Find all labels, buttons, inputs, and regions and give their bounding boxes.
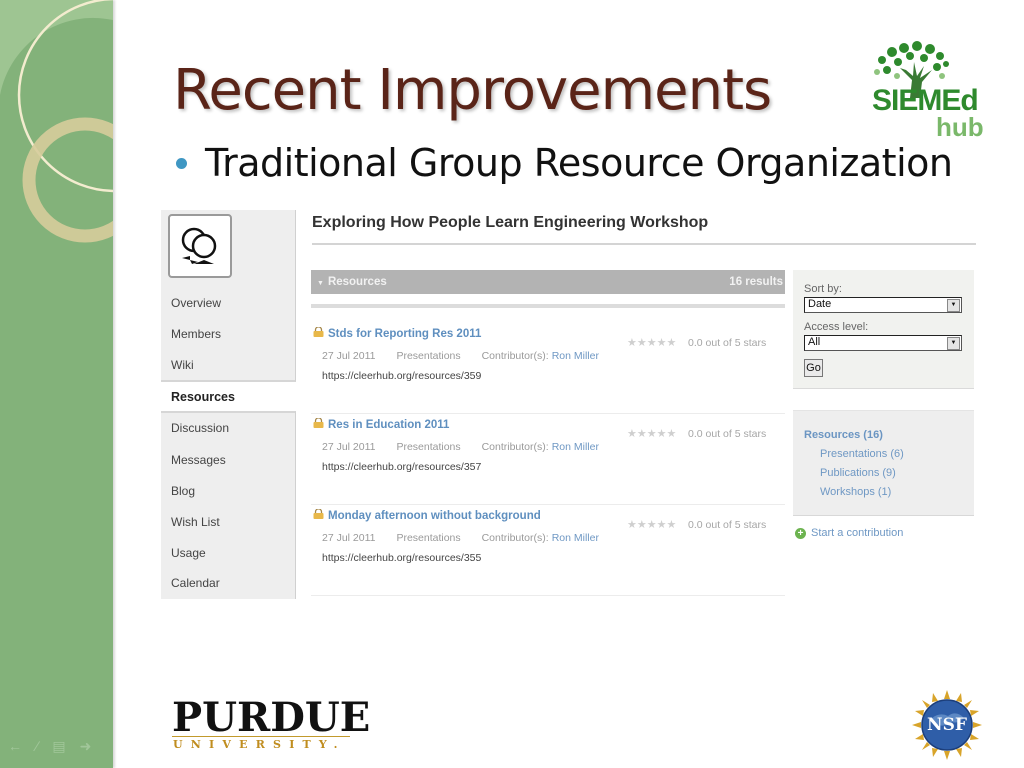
go-button[interactable]: Go bbox=[804, 359, 823, 377]
category-resources-link[interactable]: Resources (16) bbox=[804, 429, 883, 441]
pen-icon[interactable]: ∕ bbox=[36, 738, 38, 755]
rating-text: 0.0 out of 5 stars bbox=[688, 428, 767, 440]
plus-icon: + bbox=[795, 527, 806, 539]
resource-type: Presentations bbox=[396, 532, 461, 544]
start-contribution-link[interactable]: + Start a contribution bbox=[795, 527, 903, 539]
contributor-link[interactable]: Ron Miller bbox=[552, 441, 599, 453]
sidebar-item-wiki[interactable]: Wiki bbox=[171, 358, 194, 372]
forward-arrow-icon[interactable]: ➜ bbox=[80, 738, 92, 755]
group-title: Exploring How People Learn Engineering W… bbox=[312, 214, 709, 231]
collapse-triangle-icon: ▼ bbox=[317, 280, 324, 287]
resource-type: Presentations bbox=[396, 441, 461, 453]
sort-by-select[interactable]: Date ▼ bbox=[804, 297, 962, 313]
resource-list-item: Monday afternoon without background 27 J… bbox=[311, 505, 785, 596]
resource-date: 27 Jul 2011 bbox=[322, 532, 376, 544]
resource-list-item: Stds for Reporting Res 2011 27 Jul 2011 … bbox=[311, 323, 785, 414]
resource-list-item: Res in Education 2011 27 Jul 2011 Presen… bbox=[311, 414, 785, 505]
group-avatar[interactable] bbox=[168, 214, 232, 278]
resources-subbar bbox=[311, 304, 785, 308]
category-panel: Resources (16) Presentations (6) Publica… bbox=[793, 410, 974, 516]
title-divider bbox=[312, 243, 976, 245]
resource-type: Presentations bbox=[396, 350, 461, 362]
sidebar-item-members[interactable]: Members bbox=[171, 327, 221, 341]
slideshow-controls: ← ∕ ▤ ➜ bbox=[8, 738, 91, 755]
bullet-text: Traditional Group Resource Organization bbox=[205, 141, 953, 185]
contributor-label: Contributor(s): bbox=[481, 441, 549, 453]
sidebar-item-usage[interactable]: Usage bbox=[171, 546, 206, 560]
dropdown-arrow-icon: ▼ bbox=[947, 299, 960, 312]
access-level-label: Access level: bbox=[804, 321, 869, 333]
star-rating-icons: ★★★★★ bbox=[627, 337, 677, 349]
bullet-point: Traditional Group Resource Organization bbox=[176, 141, 953, 185]
menu-icon[interactable]: ▤ bbox=[52, 738, 65, 755]
resource-meta: 27 Jul 2011 Presentations Contributor(s)… bbox=[322, 350, 599, 362]
contributor-label: Contributor(s): bbox=[481, 532, 549, 544]
category-workshops-link[interactable]: Workshops (1) bbox=[820, 486, 891, 498]
sidebar-item-blog[interactable]: Blog bbox=[171, 484, 195, 498]
nsf-logo: NSF bbox=[912, 690, 982, 760]
university-wordmark: UNIVERSITY. bbox=[173, 738, 346, 751]
resources-toggle[interactable]: ▼ Resources bbox=[317, 276, 387, 288]
star-rating-icons: ★★★★★ bbox=[627, 519, 677, 531]
back-arrow-icon[interactable]: ← bbox=[8, 738, 22, 755]
group-sidebar: Overview Members Wiki Resources Discussi… bbox=[161, 210, 296, 599]
group-people-icon bbox=[181, 227, 217, 264]
rating-text: 0.0 out of 5 stars bbox=[688, 337, 767, 349]
lock-icon bbox=[313, 418, 324, 428]
purdue-rule bbox=[172, 736, 350, 737]
rating-text: 0.0 out of 5 stars bbox=[688, 519, 767, 531]
sort-by-label: Sort by: bbox=[804, 283, 842, 295]
decorative-circles bbox=[0, 0, 113, 243]
sidebar-item-overview[interactable]: Overview bbox=[171, 296, 221, 310]
purdue-university-logo: PURDUE UNIVERSITY. bbox=[170, 694, 370, 756]
resource-url: https://cleerhub.org/resources/355 bbox=[322, 552, 482, 564]
start-contribution-label: Start a contribution bbox=[811, 527, 904, 539]
resource-title-link[interactable]: Stds for Reporting Res 2011 bbox=[328, 328, 481, 340]
slide-title: Recent Improvements bbox=[173, 58, 772, 123]
siemed-hub-logo: SIEMEd hub bbox=[862, 40, 992, 142]
purdue-wordmark: PURDUE bbox=[172, 694, 371, 741]
resource-title-link[interactable]: Res in Education 2011 bbox=[328, 419, 449, 431]
resource-date: 27 Jul 2011 bbox=[322, 441, 376, 453]
nsf-wordmark: NSF bbox=[927, 715, 967, 735]
filter-panel: Sort by: Date ▼ Access level: All ▼ Go bbox=[793, 270, 974, 389]
lock-icon bbox=[313, 509, 324, 519]
lock-icon bbox=[313, 327, 324, 337]
access-level-select[interactable]: All ▼ bbox=[804, 335, 962, 351]
contributor-link[interactable]: Ron Miller bbox=[552, 532, 599, 544]
bullet-dot-icon bbox=[176, 157, 187, 169]
star-rating-icons: ★★★★★ bbox=[627, 428, 677, 440]
contributor-link[interactable]: Ron Miller bbox=[552, 350, 599, 362]
hub-wordmark: hub bbox=[936, 112, 984, 142]
group-page-screenshot: Overview Members Wiki Resources Discussi… bbox=[161, 210, 981, 600]
sidebar-item-wish-list[interactable]: Wish List bbox=[171, 515, 220, 529]
resource-url: https://cleerhub.org/resources/359 bbox=[322, 370, 482, 382]
sidebar-item-messages[interactable]: Messages bbox=[171, 453, 226, 467]
resource-title-link[interactable]: Monday afternoon without background bbox=[328, 510, 541, 522]
resources-header-bar[interactable]: ▼ Resources 16 results bbox=[311, 270, 785, 294]
category-publications-link[interactable]: Publications (9) bbox=[820, 467, 896, 479]
resource-meta: 27 Jul 2011 Presentations Contributor(s)… bbox=[322, 441, 599, 453]
contributor-label: Contributor(s): bbox=[481, 350, 549, 362]
sidebar-bottom-panel bbox=[161, 411, 296, 599]
decorative-side-band: ← ∕ ▤ ➜ bbox=[0, 0, 113, 768]
sort-by-value: Date bbox=[808, 298, 832, 310]
sidebar-item-resources[interactable]: Resources bbox=[171, 390, 235, 404]
sidebar-item-calendar[interactable]: Calendar bbox=[171, 576, 220, 590]
resource-date: 27 Jul 2011 bbox=[322, 350, 376, 362]
access-level-value: All bbox=[808, 336, 821, 348]
sidebar-item-discussion[interactable]: Discussion bbox=[171, 421, 229, 435]
dropdown-arrow-icon: ▼ bbox=[947, 337, 960, 350]
resource-meta: 27 Jul 2011 Presentations Contributor(s)… bbox=[322, 532, 599, 544]
resource-url: https://cleerhub.org/resources/357 bbox=[322, 461, 482, 473]
results-count: 16 results bbox=[729, 276, 783, 288]
resources-bar-label: Resources bbox=[327, 276, 387, 288]
category-presentations-link[interactable]: Presentations (6) bbox=[820, 448, 904, 460]
